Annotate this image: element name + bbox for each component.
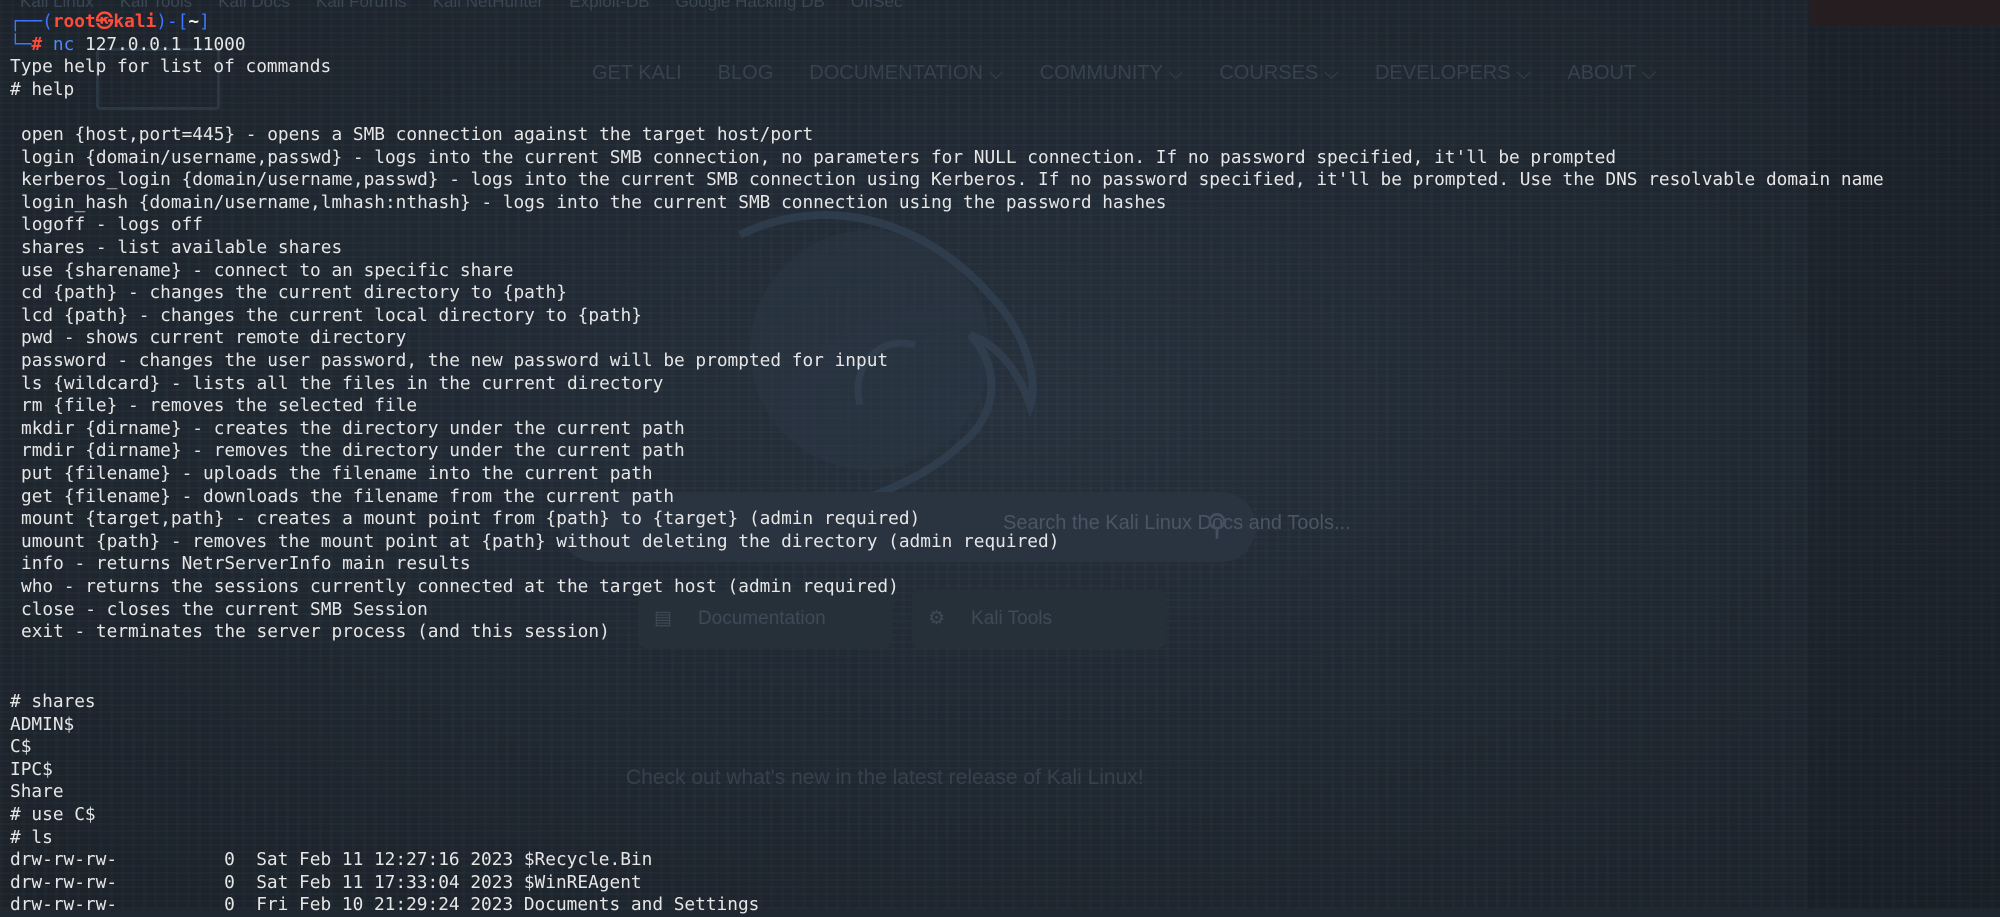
help-line: who - returns the sessions currently con… xyxy=(21,576,899,597)
prompt-frame: ] xyxy=(199,11,210,32)
prompt-hash: # xyxy=(31,33,43,55)
prompt-path: ~ xyxy=(188,11,200,32)
command-args: 127.0.0.1 11000 xyxy=(74,33,246,55)
help-line: logoff - logs off xyxy=(21,214,203,236)
prompt-user: root㉿kali xyxy=(52,11,157,32)
share-item: IPC$ xyxy=(10,758,53,780)
share-item: C$ xyxy=(10,736,32,758)
help-line: close - closes the current SMB Session xyxy=(21,598,428,620)
help-line: pwd - shows current remote directory xyxy=(21,327,407,349)
help-line: lcd {path} - changes the current local d… xyxy=(21,304,642,326)
share-item: ADMIN$ xyxy=(10,713,75,735)
command-line: # use C$ xyxy=(10,804,96,825)
ls-entry: drw-rw-rw- 0 Fri Feb 10 21:29:24 2023 Do… xyxy=(10,894,760,916)
help-line: rmdir {dirname} - removes the directory … xyxy=(21,440,685,462)
command-line: # shares xyxy=(10,691,96,712)
prompt-header: ┌──(root㉿kali)-[~] xyxy=(10,11,210,34)
terminal-output[interactable]: ┌──(root㉿kali)-[~] └─# nc 127.0.0.1 1100… xyxy=(0,0,2000,915)
help-line: umount {path} - removes the mount point … xyxy=(21,530,1060,552)
help-line: info - returns NetrServerInfo main resul… xyxy=(21,553,471,575)
help-line: shares - list available shares xyxy=(21,237,343,258)
prompt-frame: └─ xyxy=(10,33,32,55)
help-line: mount {target,path} - creates a mount po… xyxy=(21,508,921,530)
help-line: ls {wildcard} - lists all the files in t… xyxy=(21,372,664,394)
help-line: exit - terminates the server process (an… xyxy=(21,621,610,643)
command-line: # help xyxy=(10,78,75,100)
help-line: login_hash {domain/username,lmhash:nthas… xyxy=(21,191,1167,213)
help-line: password - changes the user password, th… xyxy=(21,350,889,371)
prompt-frame: )-[ xyxy=(156,11,189,32)
ls-entry: drw-rw-rw- 0 Sat Feb 11 12:27:16 2023 $R… xyxy=(10,849,653,871)
command-name: nc xyxy=(52,33,75,55)
help-line: open {host,port=445} - opens a SMB conne… xyxy=(21,124,814,145)
command-line: # ls xyxy=(10,826,53,848)
help-line: get {filename} - downloads the filename … xyxy=(21,485,675,507)
share-item: Share xyxy=(10,781,64,803)
prompt-command-line: └─# nc 127.0.0.1 11000 xyxy=(10,34,246,57)
help-line: login {domain/username,passwd} - logs in… xyxy=(21,146,1617,168)
ls-entry: drw-rw-rw- 0 Sat Feb 11 17:33:04 2023 $W… xyxy=(10,871,642,893)
help-line: mkdir {dirname} - creates the directory … xyxy=(21,417,685,439)
help-line: use {sharename} - connect to an specific… xyxy=(21,259,514,281)
intro-line: Type help for list of commands xyxy=(10,56,332,78)
help-line: kerberos_login {domain/username,passwd} … xyxy=(21,169,1884,191)
help-line: cd {path} - changes the current director… xyxy=(21,282,567,304)
help-line: put {filename} - uploads the filename in… xyxy=(21,463,653,484)
help-line: rm {file} - removes the selected file xyxy=(21,395,418,417)
prompt-frame: ┌──( xyxy=(10,11,53,32)
